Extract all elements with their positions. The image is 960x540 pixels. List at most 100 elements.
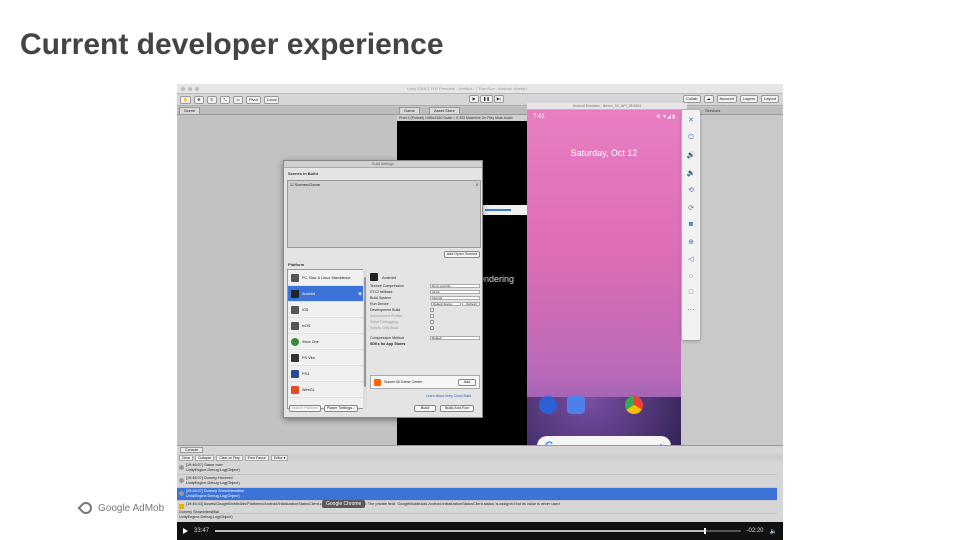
- build-system-select[interactable]: Internal: [430, 295, 480, 301]
- refresh-button[interactable]: Refresh: [462, 301, 480, 307]
- zoom-dot[interactable]: [195, 86, 199, 91]
- scripts-only-build-checkbox[interactable]: [430, 326, 434, 330]
- dock-tooltip: Google Chrome: [322, 500, 366, 508]
- power-icon[interactable]: ⏻: [688, 134, 694, 142]
- video-scrubber[interactable]: [215, 528, 741, 534]
- pause-button[interactable]: ❚❚: [480, 95, 493, 103]
- tvos-icon: [291, 321, 299, 330]
- step-button[interactable]: ▶|: [493, 95, 504, 103]
- tab-asset-store[interactable]: Asset Store: [429, 107, 460, 115]
- messages-app-icon[interactable]: [567, 396, 585, 414]
- scenes-list[interactable]: ☑ Scenes/Game 0: [287, 180, 481, 248]
- add-sdk-button[interactable]: Add: [458, 378, 476, 386]
- console-row-selected[interactable]: [19:46:07] Dummy ShowInterstitial UnityE…: [177, 488, 777, 501]
- phone-app-icon[interactable]: [539, 396, 557, 414]
- console-row[interactable]: [19:46:07] Dummy Hovered UnityEngine.Deb…: [177, 475, 777, 488]
- close-icon[interactable]: ✕: [688, 116, 694, 124]
- zoom-icon[interactable]: ⊕: [688, 238, 694, 246]
- collab-button[interactable]: Collab: [683, 95, 701, 103]
- tab-scene[interactable]: Scene: [179, 107, 201, 115]
- sdk-entry: Xiaomi Mi Game Center Add: [370, 375, 480, 389]
- ps4-icon: [291, 369, 299, 378]
- platform-scrollbar[interactable]: [363, 269, 367, 409]
- local-button[interactable]: Local: [263, 95, 280, 104]
- screen-recording: Unity 2018.2.11f1 Personal - Untitled - …: [177, 84, 783, 540]
- video-scrub-handle[interactable]: [703, 528, 706, 534]
- build-settings-dialog: Build Settings Scenes in Build ☑ Scenes/…: [283, 160, 483, 418]
- platform-item[interactable]: tvOS: [288, 318, 366, 334]
- scale-tool-button[interactable]: ⤡: [219, 95, 230, 104]
- overview-icon[interactable]: □: [689, 289, 693, 296]
- player-settings-button[interactable]: Player Settings...: [324, 405, 358, 412]
- console-row[interactable]: [19:46:43] Assets/GoogleMobileAds/Platfo…: [177, 501, 777, 514]
- platform-item[interactable]: iOS: [288, 302, 366, 318]
- run-device-select[interactable]: Default device: [431, 301, 461, 307]
- tab-game[interactable]: Game: [399, 107, 420, 115]
- unity-logo-icon: ◈: [358, 290, 362, 297]
- hand-tool-button[interactable]: ✋: [180, 95, 191, 104]
- volume-down-icon[interactable]: 🔉: [687, 169, 696, 177]
- warning-icon: [179, 504, 184, 509]
- account-button[interactable]: Account: [716, 95, 737, 103]
- tab-console[interactable]: Console: [180, 447, 204, 453]
- video-play-icon[interactable]: [183, 528, 188, 534]
- close-dot[interactable]: [181, 86, 185, 91]
- move-tool-button[interactable]: ✥: [193, 95, 204, 104]
- console-error-pause-button[interactable]: Error Pause: [244, 454, 269, 461]
- setting-label: ETC2 fallback: [370, 290, 393, 294]
- platform-list: PC, Mac & Linux Standalone Android ◈ iOS …: [287, 269, 367, 409]
- platform-item[interactable]: PC, Mac & Linux Standalone: [288, 270, 366, 286]
- switch-platform-button[interactable]: Switch Platform: [289, 405, 321, 412]
- script-debugging-checkbox[interactable]: [430, 320, 434, 324]
- development-build-checkbox[interactable]: [430, 308, 434, 312]
- volume-icon[interactable]: 🔈: [770, 528, 777, 535]
- layers-button[interactable]: Layers: [739, 95, 758, 103]
- home-icon[interactable]: ○: [689, 273, 693, 280]
- scene-entry[interactable]: Scenes/Game: [295, 182, 320, 187]
- console-clear-button[interactable]: Clear: [179, 454, 194, 461]
- etc2-fallback-select[interactable]: 32-bit: [430, 289, 480, 295]
- game-render-text: endering: [479, 274, 515, 284]
- rotate-tool-button[interactable]: ↻: [206, 95, 217, 104]
- console-editor-select[interactable]: Editor ▾: [270, 454, 289, 461]
- volume-up-icon[interactable]: 🔊: [687, 151, 696, 159]
- rotate-left-icon[interactable]: ⟲: [688, 186, 694, 194]
- platform-item[interactable]: WebGL: [288, 382, 366, 398]
- android-icon: [291, 289, 299, 298]
- game-view-toolbar[interactable]: Pixel 3 (Portrait) 1080x2160 Scale ○ 0.3…: [397, 115, 527, 121]
- compression-select[interactable]: Default: [430, 335, 480, 341]
- pivot-button[interactable]: Pivot: [245, 95, 261, 104]
- layout-button[interactable]: Layout: [760, 95, 779, 103]
- play-button[interactable]: ▶: [469, 95, 479, 103]
- platform-settings: Android Texture Compression Don't overrid…: [370, 271, 480, 347]
- platform-item-selected[interactable]: Android ◈: [288, 286, 366, 302]
- platform-item[interactable]: PS4: [288, 366, 366, 382]
- cloud-icon[interactable]: ☁: [703, 95, 714, 103]
- texture-compression-select[interactable]: Don't override: [430, 283, 480, 289]
- back-icon[interactable]: ◁: [688, 255, 693, 263]
- tab-services[interactable]: Services: [705, 108, 720, 113]
- rotate-right-icon[interactable]: ⟳: [688, 204, 694, 212]
- console-clear-on-play-button[interactable]: Clear on Play: [216, 454, 243, 461]
- video-elapsed: 33:47: [194, 528, 210, 534]
- console-collapse-button[interactable]: Collapse: [195, 454, 215, 461]
- android-emulator-screen[interactable]: 7:41 ⚙ ▼◢ ▮ Saturday, Oct 12 G ● ◀ ● ■: [527, 110, 681, 487]
- platform-item[interactable]: Xbox One: [288, 334, 366, 350]
- build-and-run-button[interactable]: Build And Run: [440, 405, 474, 412]
- chrome-app-icon[interactable]: [625, 396, 643, 414]
- unity-titlebar: Unity 2018.2.11f1 Personal - Untitled - …: [177, 84, 783, 94]
- minimize-dot[interactable]: [188, 86, 192, 91]
- more-icon[interactable]: ⋯: [688, 306, 695, 314]
- html5-icon: [291, 385, 299, 394]
- play-controls: ▶ ❚❚ ▶|: [469, 95, 504, 103]
- camera-icon[interactable]: ◙: [689, 221, 693, 228]
- platform-item[interactable]: PS Vita: [288, 350, 366, 366]
- cloud-build-link[interactable]: Learn about Unity Cloud Build: [426, 394, 471, 398]
- add-open-scenes-button[interactable]: Add Open Scenes: [444, 251, 480, 258]
- scene-checkbox[interactable]: ☑: [290, 182, 294, 187]
- platform-label: Platform: [288, 262, 305, 267]
- build-button[interactable]: Build: [414, 405, 436, 412]
- console-row[interactable]: [19:46:07] Game over UnityEngine.Debug:L…: [177, 462, 777, 475]
- autoconnect-profiler-checkbox[interactable]: [430, 314, 434, 318]
- rect-tool-button[interactable]: ▭: [232, 95, 243, 104]
